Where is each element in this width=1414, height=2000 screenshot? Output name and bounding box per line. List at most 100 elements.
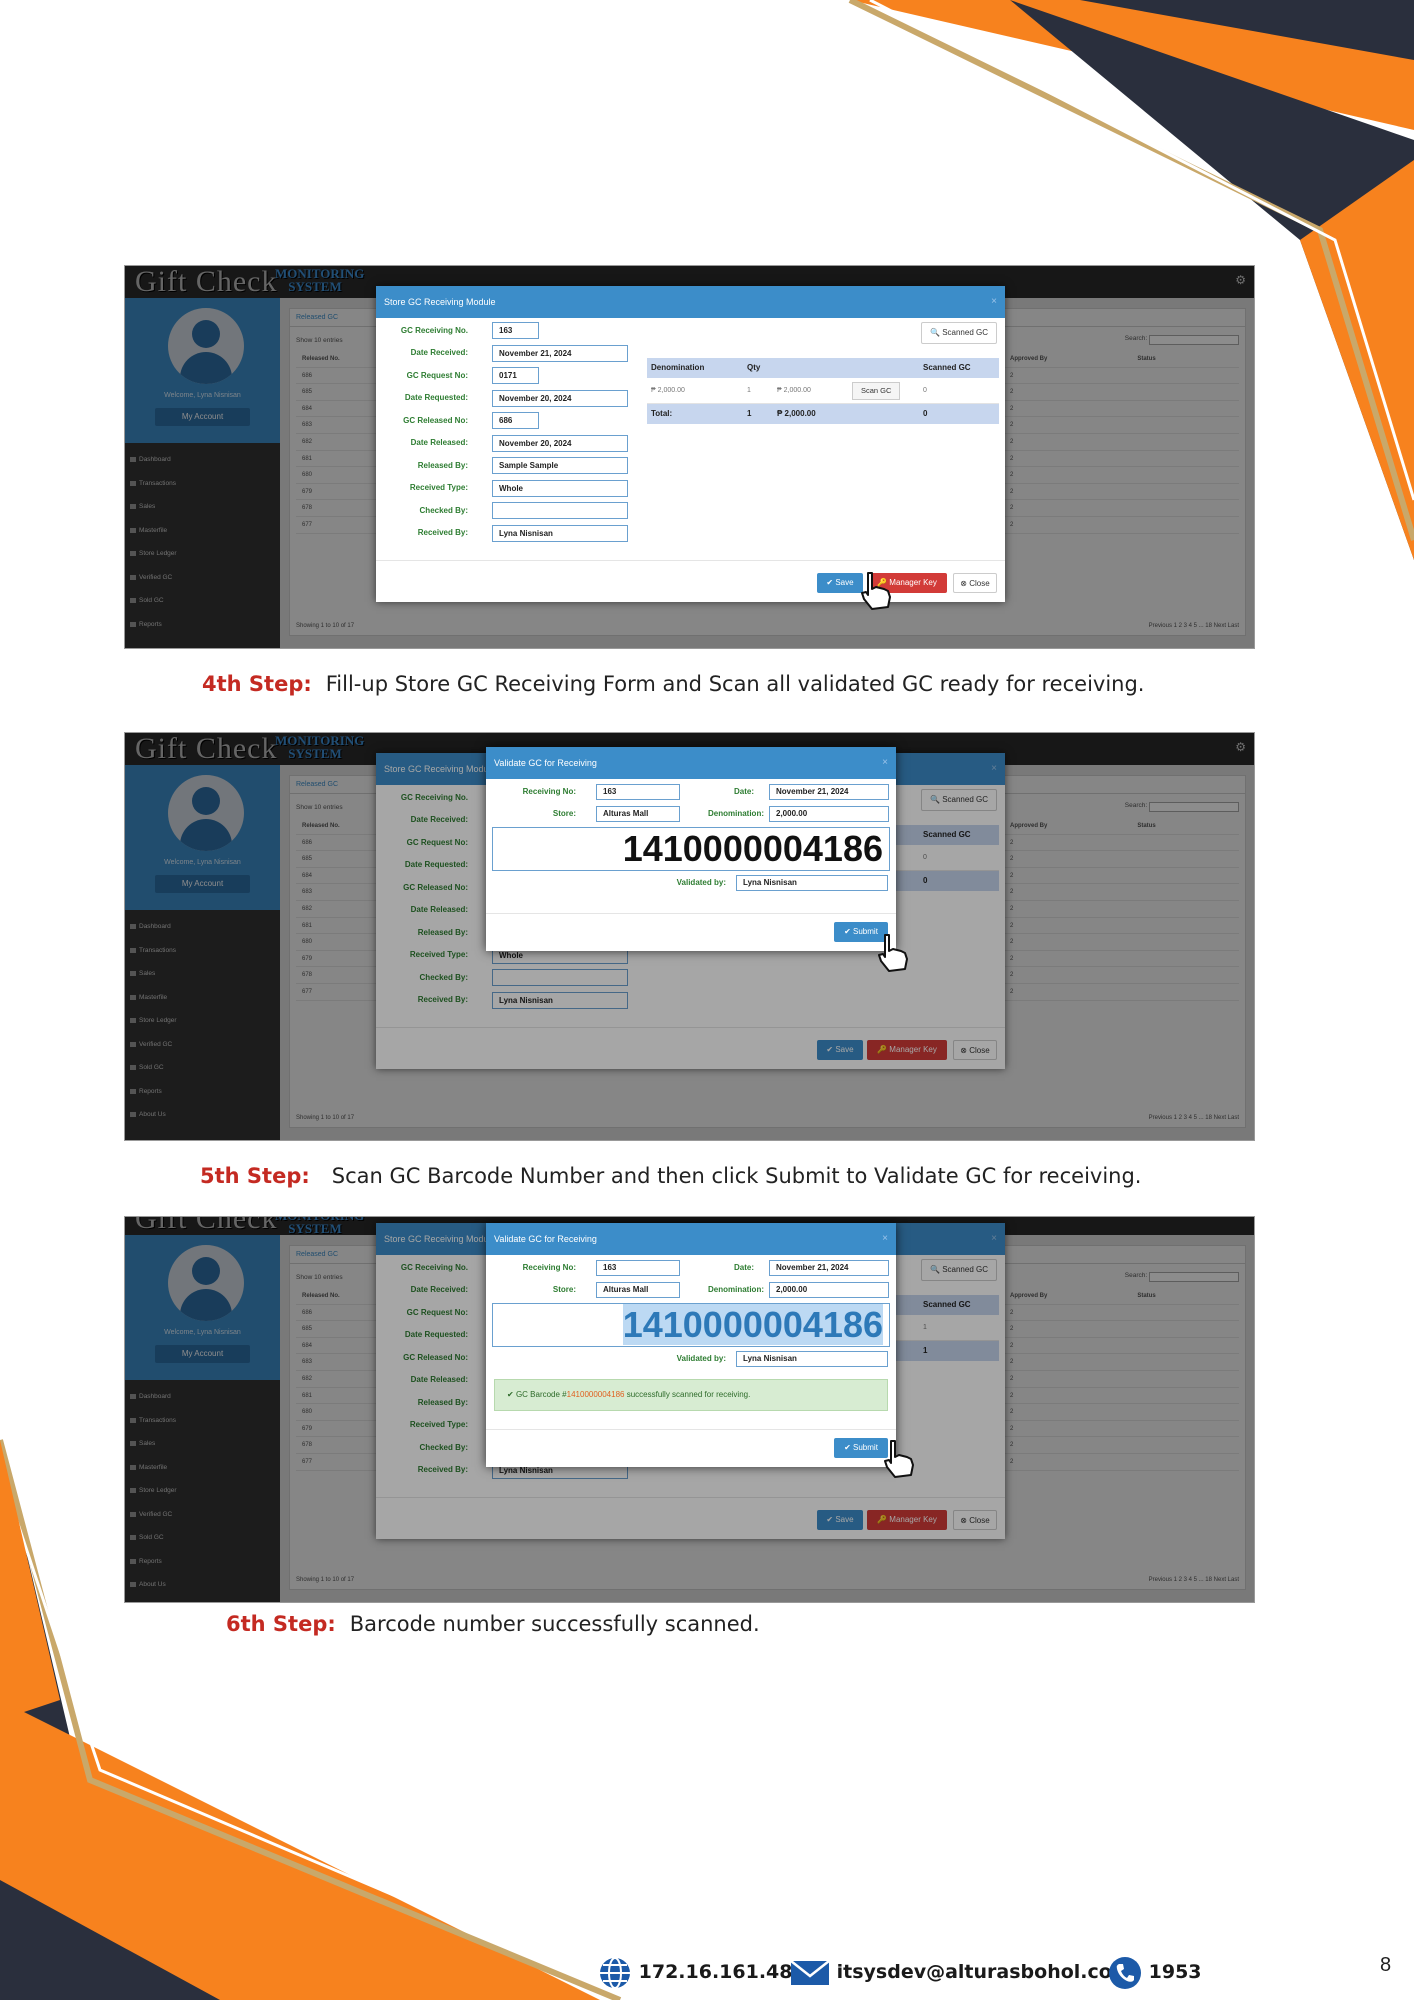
field-label: Received By:: [417, 528, 468, 537]
gc-released-no-field[interactable]: 686: [492, 412, 539, 429]
store-label: Store:: [552, 1285, 576, 1294]
store-field[interactable]: Alturas Mall: [596, 806, 680, 822]
checked-by-field[interactable]: [492, 502, 628, 519]
footer-email: itsysdev@alturasbohol.com: [790, 1952, 1132, 1992]
submit-label: Submit: [853, 1443, 878, 1452]
date-released-field[interactable]: November 20, 2024: [492, 435, 628, 452]
header-scanned: Scanned GC: [923, 363, 971, 372]
gc-receiving-no-field[interactable]: 163: [492, 322, 539, 339]
hand-cursor-icon: [884, 1440, 914, 1478]
released-by-field[interactable]: Sample Sample: [492, 457, 628, 474]
success-barcode: 1410000004186: [566, 1390, 625, 1399]
barcode-selected-text: 1410000004186: [622, 1304, 883, 1345]
step5-caption: 5th Step: Scan GC Barcode Number and then…: [200, 1164, 1141, 1188]
total-label: Total:: [651, 409, 673, 418]
scanned-gc-button[interactable]: 🔍 Scanned GC: [921, 322, 997, 344]
close-icon[interactable]: ×: [882, 747, 888, 779]
screenshot-step4: Gift Check MONITORING SYSTEM ⚙ Welcome, …: [124, 265, 1255, 649]
step5-text: Scan GC Barcode Number and then click Su…: [331, 1164, 1142, 1188]
hand-cursor-icon: [861, 572, 891, 610]
success-prefix: GC Barcode #: [515, 1390, 567, 1399]
denomination-label: Denomination:: [708, 809, 764, 818]
total-amount: ₱ 2,000.00: [777, 409, 816, 418]
receiving-no-field[interactable]: 163: [596, 1260, 680, 1276]
gc-request-no-field[interactable]: 0171: [492, 367, 539, 384]
close-label: Close: [969, 579, 990, 588]
receiving-no-label: Receiving No:: [522, 787, 576, 796]
step4-caption: 4th Step: Fill-up Store GC Receiving Form…: [202, 672, 1144, 696]
field-label: Received Type:: [409, 483, 468, 492]
date-requested-field[interactable]: November 20, 2024: [492, 390, 628, 407]
denomination-field[interactable]: 2,000.00: [769, 806, 889, 822]
close-icon[interactable]: ×: [882, 1223, 888, 1255]
row-amount: ₱ 2,000.00: [777, 387, 811, 394]
barcode-input[interactable]: 1410000004186: [492, 1303, 890, 1347]
footer-phone-text: 1953: [1148, 1961, 1202, 1983]
row-scanned: 0: [923, 387, 927, 394]
validated-by-field[interactable]: Lyna Nisnisan: [736, 875, 888, 891]
validate-modal-footer: ✔ Submit: [486, 913, 896, 951]
validated-by-field[interactable]: Lyna Nisnisan: [736, 1351, 888, 1367]
field-label: Released By:: [417, 461, 468, 470]
phone-icon: [1109, 1956, 1141, 1989]
date-label: Date:: [733, 1263, 754, 1272]
total-qty: 1: [747, 409, 752, 418]
save-label: Save: [835, 578, 854, 587]
total-scanned: 0: [923, 409, 928, 418]
date-field[interactable]: November 21, 2024: [769, 1260, 889, 1276]
received-type-field[interactable]: Whole: [492, 480, 628, 497]
globe-icon: [600, 1956, 630, 1989]
validated-by-label: Validated by:: [676, 878, 726, 887]
barcode-input[interactable]: 1410000004186: [492, 827, 890, 871]
scan-gc-button[interactable]: Scan GC: [852, 382, 901, 400]
scanned-gc-label: Scanned GC: [942, 328, 988, 337]
success-alert: ✔ GC Barcode #1410000004186 successfully…: [494, 1379, 888, 1411]
step6-text: Barcode number successfully scanned.: [349, 1612, 760, 1636]
modal-title: Store GC Receiving Module: [384, 297, 496, 307]
store-label: Store:: [552, 809, 576, 818]
field-label: Date Received:: [410, 348, 468, 357]
hand-cursor-icon: [878, 934, 908, 972]
validate-modal-header: Validate GC for Receiving ×: [486, 747, 896, 779]
denomination-field[interactable]: 2,000.00: [769, 1282, 889, 1298]
date-field[interactable]: November 21, 2024: [769, 784, 889, 800]
modal-header: Store GC Receiving Module ×: [376, 286, 1005, 318]
receiving-no-label: Receiving No:: [522, 1263, 576, 1272]
field-label: Date Requested:: [404, 393, 468, 402]
manager-key-label: Manager Key: [889, 578, 937, 587]
field-label: GC Receiving No.: [400, 326, 468, 335]
denomination-label: Denomination:: [708, 1285, 764, 1294]
step5-label: 5th Step:: [200, 1164, 310, 1188]
header-qty: Qty: [747, 363, 761, 372]
receiving-no-field[interactable]: 163: [596, 784, 680, 800]
save-button[interactable]: ✔ Save: [817, 573, 863, 593]
step6-label: 6th Step:: [226, 1612, 336, 1636]
date-received-field[interactable]: November 21, 2024: [492, 345, 628, 362]
field-label: Date Released:: [410, 438, 468, 447]
date-label: Date:: [733, 787, 754, 796]
success-suffix: successfully scanned for receiving.: [624, 1390, 751, 1399]
denomination-table: Denomination Qty Scanned GC ₱ 2,000.00 1…: [647, 358, 999, 424]
footer-ip: 172.16.161.48: [598, 1952, 792, 1992]
envelope-icon: [790, 1959, 830, 1985]
validate-modal: Validate GC for Receiving × Receiving No:…: [486, 1223, 896, 1467]
step6-caption: 6th Step: Barcode number successfully sca…: [226, 1612, 760, 1636]
submit-button[interactable]: ✔ Submit: [834, 1438, 888, 1458]
validate-modal-header: Validate GC for Receiving ×: [486, 1223, 896, 1255]
screenshot-step6: Gift Check MONITORING SYSTEM Welcome, Ly…: [124, 1216, 1255, 1603]
table-header: Denomination Qty Scanned GC: [647, 358, 999, 378]
close-icon[interactable]: ×: [991, 286, 997, 318]
validated-by-label: Validated by:: [676, 1354, 726, 1363]
table-row: ₱ 2,000.00 1 ₱ 2,000.00 Scan GC 0: [647, 378, 999, 404]
validate-modal-title: Validate GC for Receiving: [494, 758, 597, 768]
received-by-field[interactable]: Lyna Nisnisan: [492, 525, 628, 542]
close-button[interactable]: ⊗ Close: [953, 573, 997, 593]
footer-phone: 1953: [1108, 1952, 1202, 1992]
field-label: GC Released No:: [403, 416, 468, 425]
header-denomination: Denomination: [651, 363, 705, 372]
footer-ip-text: 172.16.161.48: [638, 1961, 793, 1983]
footer-email-text[interactable]: itsysdev@alturasbohol.com: [837, 1961, 1132, 1983]
table-total-row: Total: 1 ₱ 2,000.00 0: [647, 404, 999, 424]
store-field[interactable]: Alturas Mall: [596, 1282, 680, 1298]
validate-modal-footer: ✔ Submit: [486, 1429, 896, 1467]
